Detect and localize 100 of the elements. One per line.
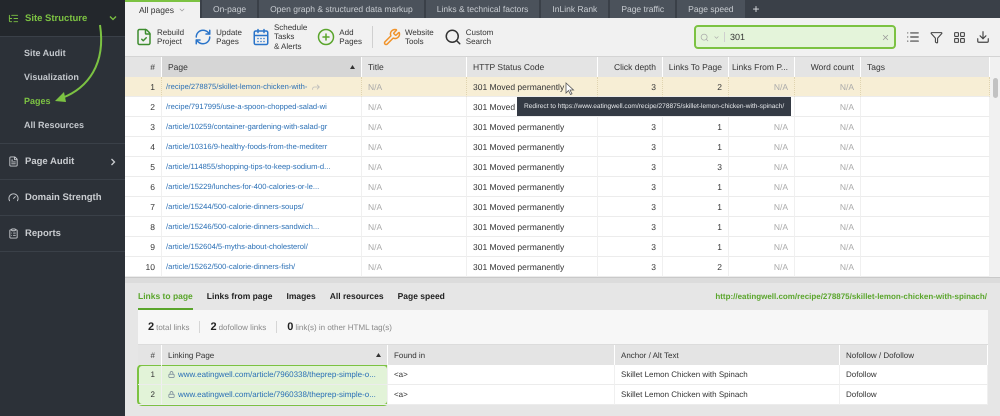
table-cell: N/A — [729, 197, 795, 217]
tab[interactable]: InLink Rank — [541, 0, 608, 18]
summary-stat: 2 total links — [148, 321, 190, 333]
table-cell: N/A — [362, 237, 467, 257]
table-cell: Dofollow — [840, 385, 988, 405]
table-cell: Skillet Lemon Chicken with Spinach — [615, 385, 840, 405]
column-header[interactable]: Linking Page — [162, 345, 388, 365]
table-cell: 3 — [598, 257, 663, 277]
table-cell: N/A — [729, 157, 795, 177]
table-cell: 3 — [598, 77, 663, 97]
column-header[interactable]: HTTP Status Code — [467, 57, 598, 77]
table-cell: 301 Moved permanently — [467, 157, 598, 177]
tab[interactable]: Images — [286, 283, 316, 310]
tab[interactable]: Page speed — [677, 0, 745, 18]
page-link[interactable]: www.eatingwell.com/article/7960338/theprep-simple-o... — [162, 365, 388, 385]
list-icon — [8, 12, 19, 24]
column-header[interactable]: Found in — [388, 345, 615, 365]
toolbar-button[interactable]: Schedule Tasks & Alerts — [252, 23, 308, 51]
document-icon — [8, 156, 19, 167]
sidebar-item[interactable]: Pages — [0, 89, 51, 113]
table-cell: 1 — [663, 217, 729, 237]
download-button[interactable] — [976, 30, 990, 44]
table-cell: N/A — [362, 77, 467, 97]
table-cell: 2 — [663, 257, 729, 277]
tab[interactable]: All pages — [125, 0, 200, 18]
table-cell: N/A — [362, 177, 467, 197]
table-cell: 3 — [125, 117, 162, 137]
table-cell: 9 — [125, 237, 162, 257]
table-cell: N/A — [362, 157, 467, 177]
scrollbar[interactable] — [990, 57, 1000, 277]
column-header[interactable]: Title — [362, 57, 467, 77]
table-cell: 5 — [125, 157, 162, 177]
table-cell: N/A — [729, 177, 795, 197]
add-tab-button[interactable]: + — [746, 0, 766, 18]
caret-icon — [178, 6, 186, 14]
table-cell: N/A — [362, 197, 467, 217]
table-cell: 3 — [598, 157, 663, 177]
lock-icon — [168, 371, 175, 378]
filter-button[interactable] — [930, 30, 943, 44]
table-cell: N/A — [795, 77, 861, 97]
tab[interactable]: On-page — [202, 0, 258, 18]
column-header[interactable]: Links To Page — [663, 57, 729, 77]
table-cell: 1 — [663, 197, 729, 217]
table-cell: N/A — [795, 257, 861, 277]
table-cell: 1 — [663, 137, 729, 157]
toolbar-button[interactable]: Website Tools — [382, 28, 434, 46]
toolbar-button[interactable]: Add Pages — [317, 28, 362, 46]
summary-stat: 2 dofollow links — [199, 321, 276, 333]
sidebar-section[interactable]: Site Structure — [0, 0, 125, 37]
toolbar-button[interactable]: Custom Search — [444, 28, 494, 46]
column-header[interactable]: Word count — [795, 57, 861, 77]
table-cell: N/A — [729, 237, 795, 257]
table-cell: 2 — [138, 385, 162, 405]
gauge-icon — [8, 192, 19, 203]
table-cell: 1 — [663, 117, 729, 137]
tab[interactable]: Links & technical factors — [426, 0, 540, 18]
column-header[interactable]: Page — [162, 57, 362, 77]
table-cell: Dofollow — [840, 365, 988, 385]
table-cell: 3 — [598, 117, 663, 137]
sidebar-item[interactable]: Visualization — [0, 65, 79, 89]
table-cell: <a> — [388, 365, 615, 385]
toolbar-button[interactable]: Update Pages — [194, 28, 242, 46]
table-cell: 301 Moved permanently — [467, 217, 598, 237]
column-header[interactable]: Click depth — [598, 57, 663, 77]
list-view-button[interactable] — [906, 30, 920, 44]
tab[interactable]: All resources — [330, 283, 384, 310]
tab[interactable]: Page traffic — [610, 0, 676, 18]
search-field[interactable]: 301 — [694, 25, 896, 49]
table-cell: N/A — [795, 197, 861, 217]
column-header[interactable]: # — [138, 345, 162, 365]
column-header[interactable]: Anchor / Alt Text — [615, 345, 840, 365]
page-link[interactable]: www.eatingwell.com/article/7960338/theprep-simple-o... — [162, 385, 388, 405]
table-cell: 10 — [125, 257, 162, 277]
column-header[interactable]: Links From P... — [729, 57, 795, 77]
clipboard-icon — [8, 228, 19, 239]
refresh-icon — [194, 28, 212, 46]
caret-icon — [713, 34, 720, 40]
table-cell: 3 — [598, 197, 663, 217]
lock-icon — [168, 391, 175, 398]
tab[interactable]: Page speed — [398, 283, 445, 310]
column-header[interactable]: Nofollow / Dofollow — [840, 345, 988, 365]
table-cell: <a> — [388, 385, 615, 405]
sort-icon — [376, 353, 381, 357]
table-cell: N/A — [729, 117, 795, 137]
table-cell: N/A — [362, 117, 467, 137]
column-header[interactable]: # — [125, 57, 162, 77]
table-cell: N/A — [362, 217, 467, 237]
table-cell: N/A — [795, 217, 861, 237]
column-header[interactable]: Tags — [861, 57, 990, 77]
table-cell: 301 Moved permanently — [467, 237, 598, 257]
document-icon — [135, 28, 153, 46]
tab[interactable]: Links from page — [206, 283, 272, 310]
sidebar-item[interactable]: Site Audit — [0, 41, 66, 65]
table-cell: N/A — [795, 237, 861, 257]
tab[interactable]: Open graph & structured data markup — [259, 0, 424, 18]
sidebar-item[interactable]: All Resources — [0, 113, 84, 137]
table-cell: 301 Moved permanently — [467, 257, 598, 277]
grid-view-button[interactable] — [953, 30, 966, 44]
table-cell: 301 Moved permanently — [467, 77, 598, 97]
toolbar-button[interactable]: Rebuild Project — [135, 28, 184, 46]
